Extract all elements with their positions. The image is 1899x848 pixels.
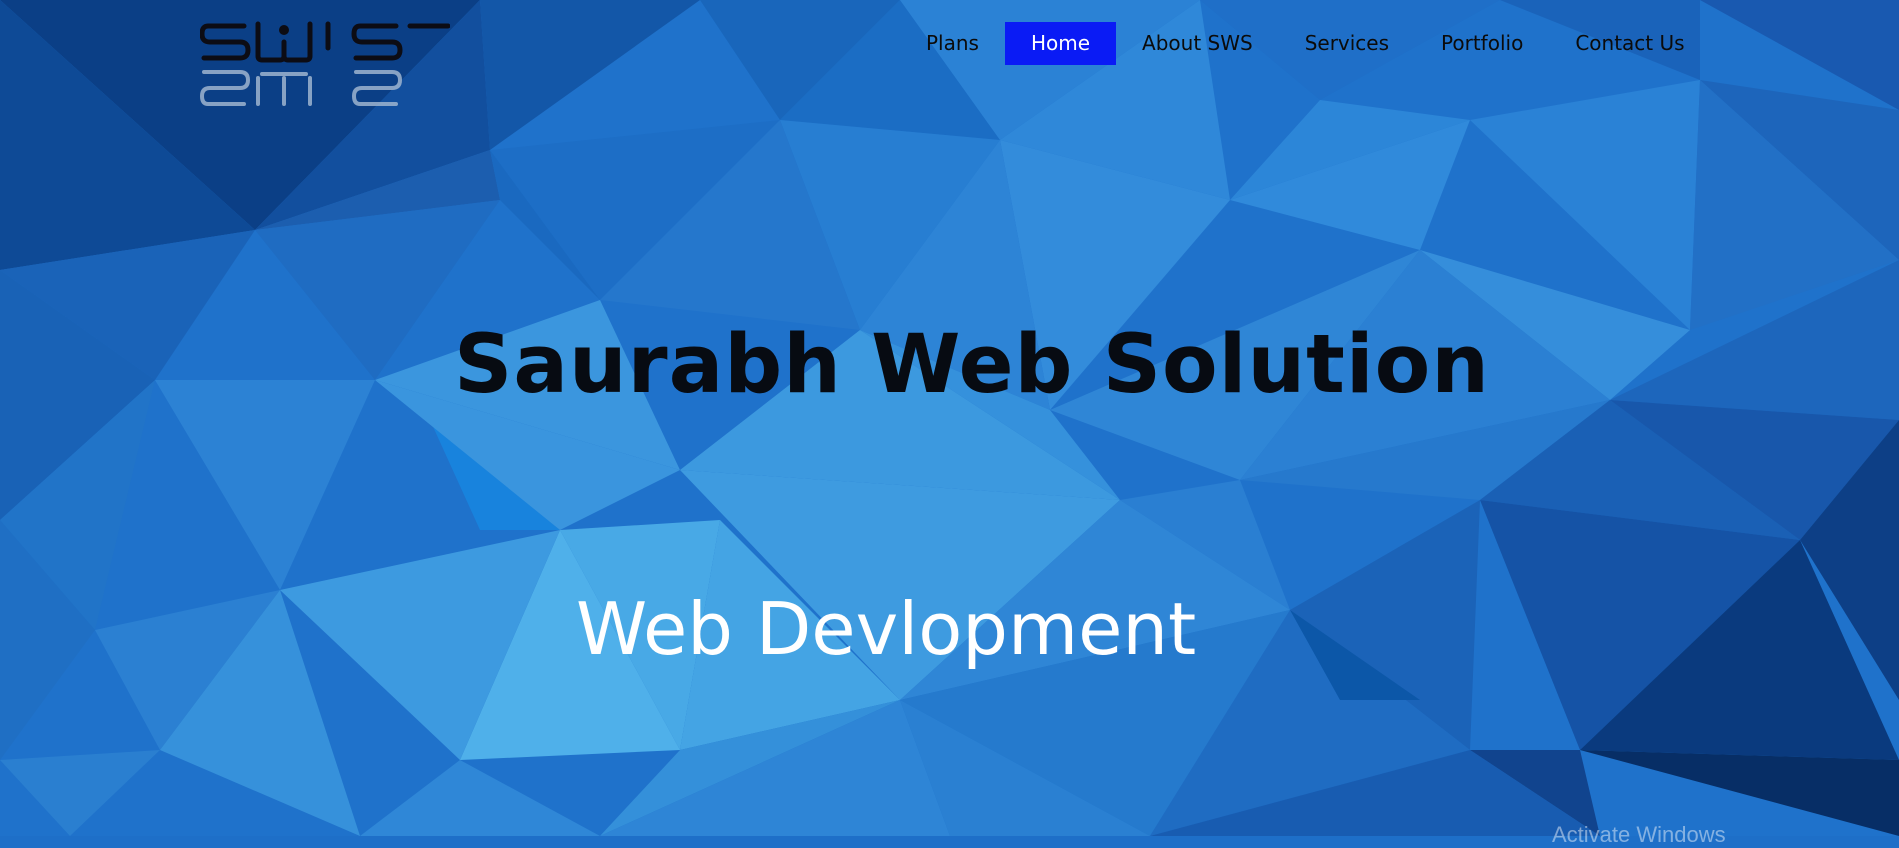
nav-plans[interactable]: Plans xyxy=(900,22,1005,65)
nav-about-sws[interactable]: About SWS xyxy=(1116,22,1279,65)
nav-portfolio[interactable]: Portfolio xyxy=(1415,22,1549,65)
sws-logo-icon[interactable] xyxy=(200,18,450,110)
low-poly-background xyxy=(0,0,1899,836)
nav-services[interactable]: Services xyxy=(1279,22,1415,65)
activate-windows-watermark: Activate Windows xyxy=(1552,822,1726,847)
hero-subtitle: Web Devlopment xyxy=(576,587,1197,671)
nav-contact-us[interactable]: Contact Us xyxy=(1549,22,1710,65)
main-nav: Plans Home About SWS Services Portfolio … xyxy=(900,22,1711,65)
nav-home[interactable]: Home xyxy=(1004,22,1117,65)
hero-title: Saurabh Web Solution xyxy=(454,318,1490,412)
